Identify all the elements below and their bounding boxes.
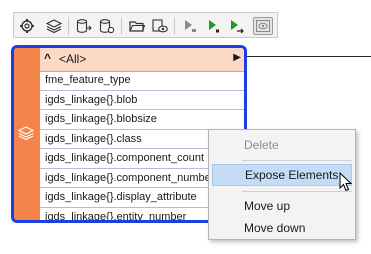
run-step-icon[interactable] xyxy=(227,17,245,35)
run-icon[interactable] xyxy=(204,17,222,35)
attribute-row[interactable]: igds_linkage{}.blob xyxy=(40,91,244,110)
settings-icon[interactable] xyxy=(18,17,36,35)
toolbar xyxy=(13,12,278,38)
context-menu: Delete Expose Elements Move up Move down xyxy=(208,129,356,240)
collapse-caret-icon[interactable]: ^ xyxy=(44,51,51,65)
node-header[interactable]: ^ <All> ▶ xyxy=(40,48,244,72)
layers-icon xyxy=(17,125,35,144)
run-to-here-icon[interactable] xyxy=(181,17,199,35)
attribute-row[interactable]: igds_linkage{}.blobsize xyxy=(40,110,244,130)
menu-item-delete[interactable]: Delete xyxy=(212,134,352,156)
database-settings-icon[interactable] xyxy=(98,17,116,35)
connection-line[interactable] xyxy=(247,56,371,57)
layers-icon[interactable] xyxy=(45,17,63,35)
folder-open-icon[interactable] xyxy=(128,17,146,35)
node-side-bar xyxy=(14,48,40,220)
menu-item-expose-elements[interactable]: Expose Elements xyxy=(212,164,352,186)
menu-item-move-up[interactable]: Move up xyxy=(212,195,352,217)
mouse-cursor-icon xyxy=(339,172,352,192)
inspect-toggle-icon[interactable] xyxy=(253,17,273,35)
attribute-row[interactable]: fme_feature_type xyxy=(40,71,244,91)
view-icon[interactable] xyxy=(151,17,169,35)
database-export-icon[interactable] xyxy=(75,17,93,35)
output-port-arrow-icon[interactable]: ▶ xyxy=(233,52,241,63)
node-header-label: <All> xyxy=(59,52,87,66)
menu-item-move-down[interactable]: Move down xyxy=(212,217,352,239)
